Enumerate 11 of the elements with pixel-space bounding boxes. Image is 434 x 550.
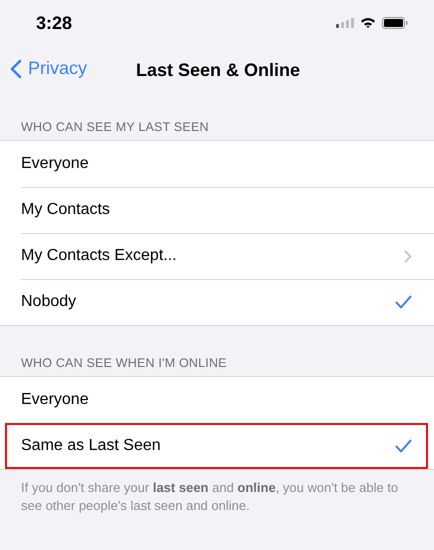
section-header: WHO CAN SEE MY LAST SEEN [20, 120, 210, 136]
option-row[interactable]: Same as Last Seen [5, 423, 428, 469]
back-chevron-icon [10, 58, 22, 78]
screen-title: Last Seen & Online [134, 60, 300, 80]
wifi-icon [360, 17, 376, 29]
section-header: WHO CAN SEE WHEN I'M ONLINE [20, 356, 228, 372]
signal-icon [336, 18, 354, 28]
chevron-icon [404, 250, 412, 262]
status-time: 3:28 [36, 12, 72, 34]
battery-icon [382, 17, 408, 29]
footer-note: If you don't share your last seen and online, you won't be able to see other people's last seen and online. [20, 479, 400, 515]
